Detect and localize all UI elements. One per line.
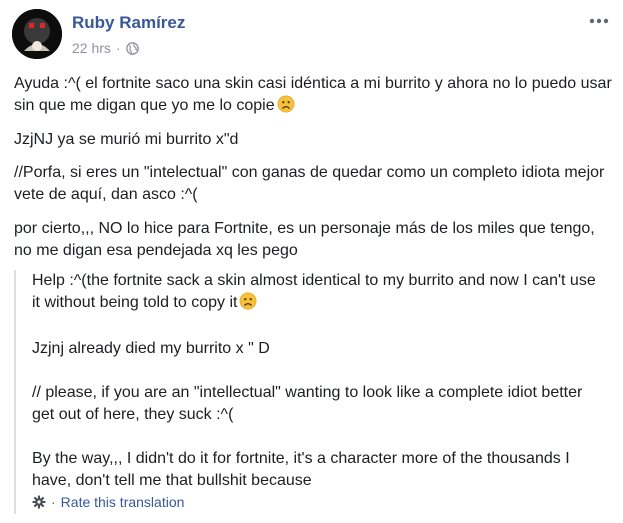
- rate-translation: · Rate this translation: [32, 494, 184, 510]
- facebook-post: Ruby Ramírez 22 hrs · Ayuda :^( el fortn…: [0, 0, 623, 523]
- avatar[interactable]: [12, 9, 62, 59]
- frowning-face-emoji: [277, 95, 295, 113]
- translation-block: Help :^(the fortnite sack a skin almost …: [14, 270, 616, 514]
- rate-separator: ·: [51, 494, 56, 510]
- post-paragraph: Ayuda :^( el fortnite saco una skin casi…: [14, 75, 612, 114]
- post-paragraph: por cierto,,, NO lo hice para Fortnite, …: [14, 220, 595, 259]
- author-name[interactable]: Ruby Ramírez: [72, 13, 185, 33]
- translated-paragraph: By the way,,, I didn't do it for fortnit…: [32, 450, 570, 489]
- post-timestamp[interactable]: 22 hrs: [72, 40, 111, 56]
- gear-icon[interactable]: [32, 495, 46, 509]
- rate-translation-link[interactable]: Rate this translation: [61, 494, 185, 510]
- avatar-image: [12, 9, 62, 59]
- globe-icon[interactable]: [125, 41, 139, 55]
- more-options-icon: [589, 18, 609, 24]
- translated-paragraph: Jzjnj already died my burrito x " D: [32, 340, 270, 357]
- more-options-button[interactable]: [587, 12, 611, 30]
- translated-paragraph: Help :^(the fortnite sack a skin almost …: [32, 272, 596, 311]
- meta-separator: ·: [115, 40, 121, 56]
- translated-paragraph: // please, if you are an "intellectual" …: [32, 384, 583, 423]
- frowning-face-emoji: [239, 292, 257, 310]
- post-paragraph: //Porfa, si eres un "intelectual" con ga…: [14, 164, 605, 203]
- post-paragraph: JzjNJ ya se murió mi burrito x"d: [14, 131, 239, 148]
- post-meta: 22 hrs ·: [72, 40, 139, 56]
